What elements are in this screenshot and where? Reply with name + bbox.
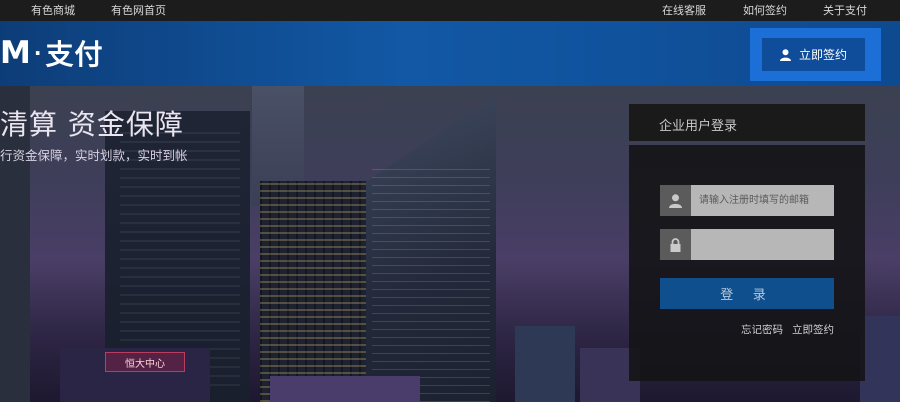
login-title: 企业用户登录: [659, 119, 738, 134]
building-shape: [860, 316, 900, 402]
email-field-group: [660, 185, 834, 216]
email-input[interactable]: [691, 185, 834, 216]
login-form: 登 录 忘记密码 立即签约: [629, 145, 865, 381]
neon-building-sign: 恒大中心: [105, 352, 185, 372]
hero-subslogan: 行资金保障，实时划款，实时到帐: [0, 148, 188, 163]
logo-text: 支付: [45, 38, 104, 71]
password-input[interactable]: [691, 229, 834, 260]
lock-icon: [660, 229, 691, 260]
building-windows: [120, 126, 240, 386]
site-logo[interactable]: M · 支付: [0, 35, 103, 71]
nav-link-home[interactable]: 有色网首页: [111, 4, 166, 17]
sign-up-button[interactable]: 立即签约: [762, 38, 865, 71]
logo-separator: ·: [33, 41, 42, 65]
nav-link-support[interactable]: 在线客服: [662, 4, 706, 17]
user-icon: [660, 185, 691, 216]
forgot-password-link[interactable]: 忘记密码: [741, 322, 783, 337]
sign-button-highlight: 立即签约: [750, 28, 881, 81]
hero-slogan: 清算 资金保障: [0, 108, 184, 141]
sign-up-link[interactable]: 立即签约: [792, 322, 834, 337]
building-shape: [270, 376, 420, 402]
sign-up-button-label: 立即签约: [798, 48, 847, 62]
user-icon: [779, 48, 791, 61]
building-windows: [372, 166, 490, 402]
login-button[interactable]: 登 录: [660, 278, 834, 309]
building-shape: [260, 181, 370, 402]
nav-link-about-pay[interactable]: 关于支付: [823, 4, 867, 17]
login-links: 忘记密码 立即签约: [741, 322, 834, 337]
nav-link-mall[interactable]: 有色商城: [31, 4, 75, 17]
building-shape: [515, 326, 575, 402]
top-nav-bar: 有色商城 有色网首页 在线客服 如何签约 关于支付: [0, 0, 900, 21]
nav-link-how-to-sign[interactable]: 如何签约: [743, 4, 787, 17]
password-field-group: [660, 229, 834, 260]
login-panel-header: 企业用户登录: [629, 104, 865, 141]
logo-mark: M: [0, 35, 31, 71]
